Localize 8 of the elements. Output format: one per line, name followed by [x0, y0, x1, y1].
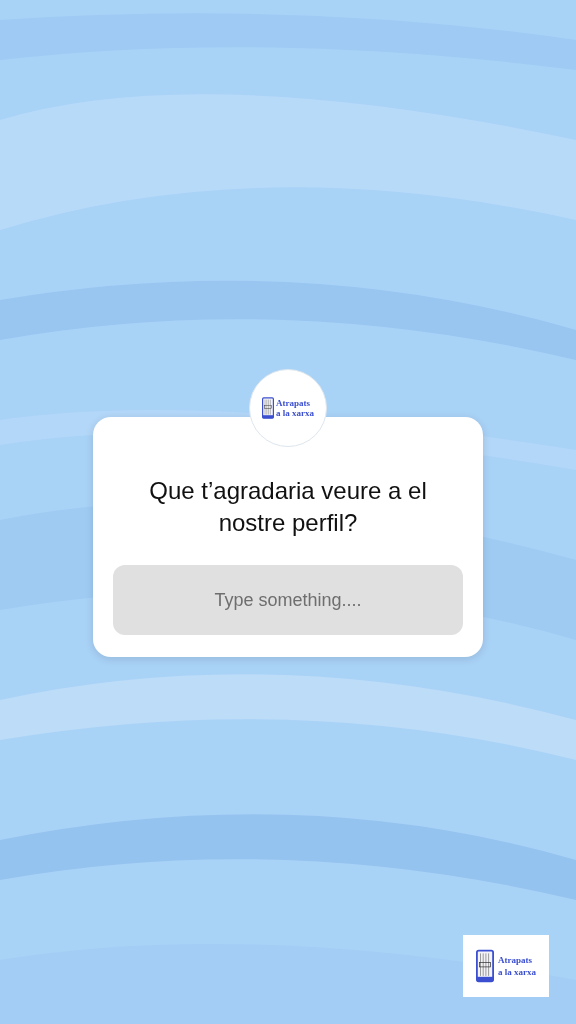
logo-text: a la xarxa	[276, 408, 314, 418]
logo-text: a la xarxa	[498, 966, 536, 978]
answer-field[interactable]: Type something....	[113, 565, 463, 635]
phone-icon	[476, 947, 494, 985]
question-text: Que t’agradaria veure a el nostre perfil?	[148, 476, 428, 538]
logo-text: Atrapats	[276, 398, 311, 408]
phone-icon	[262, 395, 274, 421]
logo-text: Atrapats	[498, 954, 533, 966]
